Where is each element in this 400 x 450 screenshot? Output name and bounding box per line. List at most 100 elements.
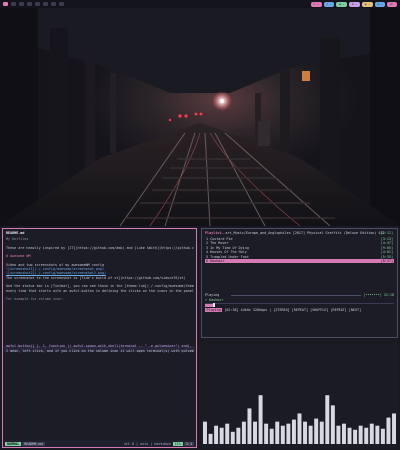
player-duration: [1:12] (380, 230, 393, 235)
workspace-1[interactable] (3, 2, 8, 6)
player-album-path: — art_Music/Europe_and_Anglophiles [2017… (221, 230, 385, 235)
music-player-window[interactable]: Playlist— art_Music/Europe_and_Anglophil… (201, 228, 398, 338)
editor-line: I mean, left click, and if you click on … (6, 348, 194, 353)
widget-icon: ☾ (313, 2, 316, 6)
status-widget[interactable]: ⚙ — (349, 1, 360, 7)
desktop-wallpaper (0, 8, 400, 226)
editor-buffer[interactable]: My Dotfiles These are heavily inspired by… (6, 237, 194, 353)
editor-buffer-name: README.md (22, 441, 45, 446)
widget-icon: ◷ (377, 2, 380, 6)
tabs-rule (231, 294, 362, 296)
workspace-4[interactable] (27, 2, 32, 6)
status-widget[interactable]: ◉ — (336, 1, 348, 7)
visualizer-bar (330, 405, 335, 444)
visualizer-bar (347, 427, 352, 444)
visualizer-bar (364, 427, 369, 444)
visualizer-bar (358, 425, 363, 444)
visualizer-bar (275, 421, 280, 444)
audio-visualizer-window (201, 341, 398, 448)
widget-text: — (342, 2, 345, 6)
visualizer-bar (269, 428, 274, 444)
visualizer-bar (314, 418, 319, 444)
playlist-stats: [•••••••] 32:18 (363, 293, 394, 297)
status-widgets: ☾ — ♪ — ◉ — ⚙ — ▤ — ◷ — ⏻ (309, 1, 397, 7)
widget-text: — (316, 2, 319, 6)
widget-icon: ♪ (326, 2, 329, 6)
progress-knob[interactable] (213, 303, 216, 307)
editor-window[interactable]: README.md My Dotfiles These are heavily i… (2, 228, 197, 448)
visualizer-bars (203, 395, 396, 444)
track-duration: [8:37] (380, 258, 393, 263)
visualizer-bar (291, 419, 296, 444)
editor-cursor-position: 1:1 (183, 441, 194, 446)
top-bar: ☾ — ♪ — ◉ — ⚙ — ▤ — ◷ — ⏻ (0, 0, 400, 8)
visualizer-bar (286, 423, 291, 444)
visualizer-bar (247, 408, 252, 444)
track-name: 6 Kashmir (206, 258, 225, 263)
status-widget[interactable]: ♪ — (323, 1, 335, 7)
widget-text: — (380, 2, 383, 6)
player-state-badge: Playing (205, 308, 223, 312)
widget-text: — (329, 2, 332, 6)
visualizer-bar (253, 421, 257, 444)
visualizer-bar (219, 427, 224, 444)
visualizer-bar (230, 431, 235, 444)
visualizer-bar (386, 417, 391, 444)
tab-playing[interactable]: Playing (205, 293, 219, 297)
widget-icon: ⚙ (352, 2, 354, 6)
workspace-2[interactable] (11, 2, 16, 6)
visualizer-bar (208, 433, 213, 444)
visualizer-bar (353, 429, 358, 444)
visualizer-bar (203, 421, 207, 444)
workspace-6[interactable] (43, 2, 48, 6)
workspace-3[interactable] (19, 2, 24, 6)
editor-line: The screenshot to the screenshot is [Tid… (6, 275, 186, 280)
widget-icon: ▤ (364, 2, 367, 6)
player-info-text: [02:38] 44kHz 320kbps | [STEREO] [REPEAT… (222, 308, 362, 312)
visualizer-bar (258, 395, 263, 444)
widget-icon: ◉ (339, 2, 341, 6)
player-label: Playlist (205, 230, 222, 235)
now-playing: > Kashmir (205, 298, 224, 302)
visualizer-bar (336, 425, 341, 444)
visualizer-bar (225, 423, 230, 444)
status-widget[interactable]: ⏻ (387, 1, 397, 7)
player-info-line: Playing [02:38] 44kHz 320kbps | [STEREO]… (205, 308, 394, 312)
visualizer-bar (214, 425, 219, 444)
player-tabs: Playing [•••••••] 32:18 (205, 293, 394, 297)
visualizer-bar (303, 421, 308, 444)
track-list[interactable]: 1 Custard Pie [3:13] 2 The Rover [4:47] 3 In… (205, 237, 394, 264)
editor-line: These are heavily inspired by [IT](https… (6, 245, 194, 250)
visualizer-bar (342, 423, 346, 444)
status-widget[interactable]: ▤ — (361, 1, 373, 7)
editor-file-title: README.md (6, 231, 25, 235)
editor-line: And the status bar is [Tintbar], you can… (6, 284, 194, 289)
player-title: Playlist— art_Music/Europe_and_Anglophil… (205, 231, 395, 235)
track-row[interactable]: 6 Kashmir [8:37] (205, 258, 394, 264)
visualizer-bar (236, 427, 241, 444)
status-widget[interactable]: ◷ — (374, 1, 386, 7)
editor-scroll-percent: 11% (172, 441, 183, 446)
visualizer-bar (325, 395, 330, 444)
visualizer-bar (308, 425, 313, 444)
tunnel-image (0, 8, 400, 226)
visualizer-bar (369, 423, 374, 444)
visualizer-bar (280, 425, 285, 444)
workspace-5[interactable] (35, 2, 40, 6)
workspace-7[interactable] (51, 2, 56, 6)
status-widget[interactable]: ☾ — (310, 1, 322, 7)
widget-text: — (367, 2, 370, 6)
visualizer-bar (241, 421, 246, 444)
workspace-8[interactable] (59, 2, 64, 6)
editor-mode-indicator: NORMAL (5, 441, 22, 446)
visualizer-bar (375, 425, 380, 444)
workspace-switcher (3, 2, 67, 6)
visualizer-bar (297, 413, 302, 444)
progress-bar[interactable] (205, 303, 394, 307)
visualizer-bar (319, 421, 324, 444)
visualizer-bar (392, 413, 396, 444)
editor-statusline: NORMAL README.md utf-8 | unix | markdown… (3, 440, 196, 447)
editor-line: every time that starts with an awful.but… (6, 288, 194, 293)
visualizer-bar (264, 423, 269, 444)
visualizer-bar (380, 428, 385, 444)
